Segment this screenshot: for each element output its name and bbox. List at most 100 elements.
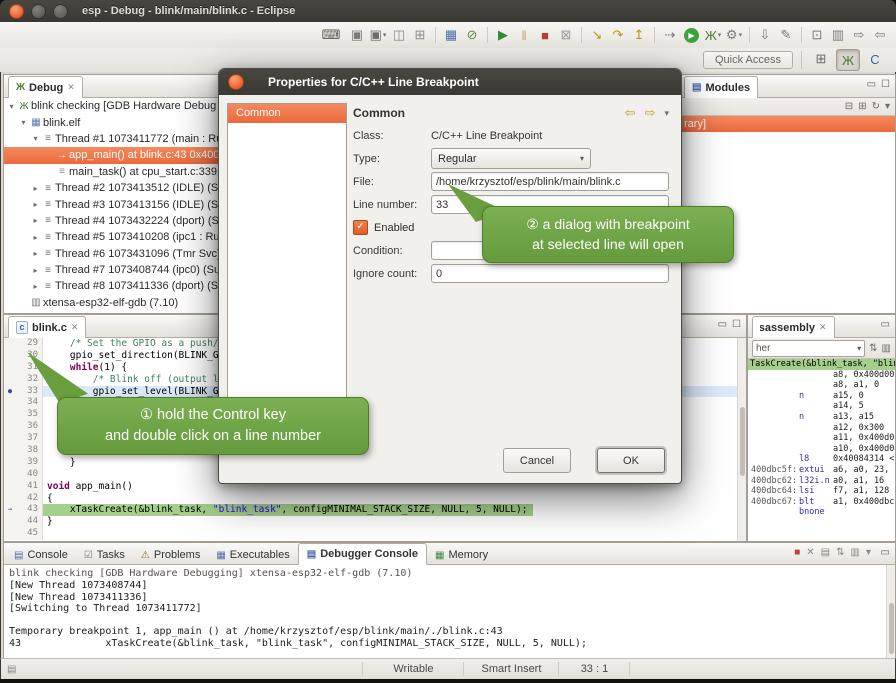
line-marker-icon[interactable] xyxy=(4,409,16,421)
minimize-view-icon[interactable]: ▭ xyxy=(718,319,727,330)
quick-access-button[interactable]: Quick Access xyxy=(703,51,793,69)
line-marker-icon[interactable] xyxy=(4,338,16,350)
line-marker-icon[interactable] xyxy=(4,481,16,493)
code-line-text[interactable]: } xyxy=(43,516,746,528)
skip-breakpoints-icon[interactable]: ⊘ xyxy=(462,25,482,45)
debugger-console-output[interactable]: blink checking [GDB Hardware Debugging] … xyxy=(4,565,895,658)
code-line[interactable]: 45 xyxy=(4,528,746,540)
terminate-icon[interactable]: ■ xyxy=(794,547,800,558)
line-number[interactable]: 35 xyxy=(16,409,43,421)
debug-tree-row[interactable]: ▸ ≡ Thread #8 1073411336 (dport) (Sus xyxy=(4,278,220,294)
line-marker-icon[interactable] xyxy=(4,516,16,528)
disassembly-line[interactable]: n a15, 0 xyxy=(748,391,895,402)
line-number[interactable]: 36 xyxy=(16,421,43,433)
debug-tree[interactable]: ▾ Ж blink checking [GDB Hardware Debug ▾… xyxy=(4,98,220,313)
line-number[interactable]: 33 xyxy=(16,386,43,398)
debug-tree-row[interactable]: ▾ Ж blink checking [GDB Hardware Debug xyxy=(4,98,220,114)
disassembly-line[interactable]: a11, 0x400d0460 <_stext+1096> xyxy=(748,433,895,444)
line-number[interactable]: 41 xyxy=(16,481,43,493)
sep[interactable] xyxy=(435,27,436,43)
line-number[interactable]: 42 xyxy=(16,493,43,505)
line-marker-icon[interactable] xyxy=(4,528,16,540)
debug-tree-row[interactable]: ≡ main_task() at cpu_start.c:339 0x4 xyxy=(4,164,220,180)
disassembly-line[interactable]: 400dbc64: lsi f7, a1, 128 xyxy=(748,486,895,497)
disassembly-line[interactable]: 400dbc5f: extui a6, a0, 23, 13 xyxy=(748,465,895,476)
back-arrow-icon[interactable]: ⇦ xyxy=(625,105,636,121)
tree-expand-icon[interactable]: ▸ xyxy=(30,216,41,225)
sync-icon[interactable]: ⇅ xyxy=(869,343,877,354)
disassembly-line[interactable]: a8, 0x400d00f8 <_stext+224> xyxy=(748,370,895,381)
disassembly-line[interactable]: l8 0x40084314 <xTaskCreatePinned xyxy=(748,454,895,465)
tree-expand-icon[interactable]: ▸ xyxy=(30,249,41,258)
line-marker-icon[interactable] xyxy=(4,457,16,469)
bottom-tab[interactable]: ⚠ Problems xyxy=(133,545,208,565)
debug-tree-row[interactable]: ▸ ≡ Thread #4 1073432224 (dport) (Sus xyxy=(4,213,220,229)
cpp-perspective-icon[interactable]: C xyxy=(864,49,886,69)
ok-button[interactable]: OK xyxy=(597,448,665,473)
debug-tree-row[interactable]: ▾ ≡ Thread #1 1073411772 (main : Runn xyxy=(4,131,220,147)
debug-launch-icon[interactable]: Ж ▾ xyxy=(703,25,723,45)
terminate-icon[interactable]: ■ xyxy=(535,25,555,45)
view-menu-icon[interactable]: ▾ xyxy=(664,108,669,119)
code-line-text[interactable]: xTaskCreate(&blink_task, "blink_task", c… xyxy=(43,504,533,516)
line-number[interactable]: 45 xyxy=(16,528,43,540)
line-marker-icon[interactable] xyxy=(4,421,16,433)
line-number[interactable]: 38 xyxy=(16,445,43,457)
run-icon[interactable]: ▶ xyxy=(684,28,699,43)
disassembly-line[interactable]: 400dbc67: blt a1, 0x400dbc81 <__adddf3 xyxy=(748,497,895,508)
tree-expand-icon[interactable]: ▾ xyxy=(6,102,17,111)
load-symbols-icon[interactable]: ⇩ xyxy=(755,25,775,45)
disassembly-line[interactable]: bnone xyxy=(748,507,895,518)
external-tools-icon[interactable]: ⚙ ▾ xyxy=(724,25,744,45)
line-marker-icon[interactable]: → xyxy=(4,504,16,516)
disassembly-line[interactable]: a10, 0x400d0464 <_stext+1100> xyxy=(748,444,895,455)
view-menu-icon[interactable]: ▥ xyxy=(882,343,891,354)
code-line-text[interactable]: { xyxy=(43,493,746,505)
refresh-icon[interactable]: ↻ xyxy=(872,101,880,112)
file-input[interactable] xyxy=(431,172,669,191)
tree-expand-icon[interactable]: ▾ xyxy=(18,118,29,127)
debug-tree-row[interactable]: ▥ xtensa-esp32-elf-gdb (7.10) xyxy=(4,295,220,311)
line-marker-icon[interactable]: ● xyxy=(4,386,16,398)
line-number[interactable]: 32 xyxy=(16,374,43,386)
modules-selected-row[interactable]: rary] xyxy=(680,116,895,132)
tree-expand-icon[interactable]: ▸ xyxy=(30,266,41,275)
disassembly-line[interactable]: a14, 5 xyxy=(748,401,895,412)
bottom-tab[interactable]: ▦ Memory xyxy=(427,545,496,565)
console-menu-icon[interactable]: ▾ xyxy=(866,547,871,558)
disassembly-line[interactable]: 400dbc62: l32i.n a0, a1, 16 xyxy=(748,476,895,487)
tab-modules[interactable]: ▤ Modules xyxy=(684,76,758,98)
minimize-view-icon[interactable]: ▭ xyxy=(881,547,890,558)
editor-scrollbar-thumb[interactable] xyxy=(740,407,745,476)
window-close-button[interactable] xyxy=(9,4,24,19)
suspend-icon[interactable]: ‖ xyxy=(514,25,534,45)
editor-scrollbar[interactable] xyxy=(737,338,746,541)
clear-console-icon[interactable]: ▤ xyxy=(821,547,830,558)
line-marker-icon[interactable] xyxy=(4,433,16,445)
window-minimize-button[interactable] xyxy=(31,4,46,19)
console-scrollbar[interactable] xyxy=(886,565,895,658)
debug-tree-row[interactable]: → app_main() at blink.c:43 0x400dbc xyxy=(4,147,220,163)
chevron-down-icon[interactable]: ▾ xyxy=(857,344,861,353)
line-marker-icon[interactable] xyxy=(4,445,16,457)
debug-tree-row[interactable]: ▾ ▦ blink.elf xyxy=(4,114,220,130)
sep[interactable] xyxy=(487,27,488,43)
console-scrollbar-thumb[interactable] xyxy=(889,603,894,654)
line-number[interactable]: 39 xyxy=(16,457,43,469)
pin-editor-icon[interactable]: ▥ xyxy=(828,25,848,45)
line-marker-icon[interactable] xyxy=(4,374,16,386)
line-marker-icon[interactable] xyxy=(4,493,16,505)
step-return-icon[interactable]: ↥ xyxy=(629,25,649,45)
tree-expand-icon[interactable]: ▾ xyxy=(30,134,41,143)
line-number[interactable]: 40 xyxy=(16,469,43,481)
debug-tree-row[interactable]: ▸ ≡ Thread #2 1073413512 (IDLE) (Susp xyxy=(4,180,220,196)
debug-tree-row[interactable]: ▸ ≡ Thread #7 1073408744 (ipc0) (Susp xyxy=(4,262,220,278)
sep[interactable] xyxy=(801,27,802,43)
cancel-button[interactable]: Cancel xyxy=(503,448,571,473)
debug-tree-row[interactable]: ▸ ≡ Thread #6 1073431096 (Tmr Svc) (S xyxy=(4,246,220,262)
step-over-icon[interactable]: ↷ xyxy=(608,25,628,45)
save-all-icon[interactable]: ⊞ xyxy=(410,25,430,45)
code-line-text[interactable] xyxy=(43,528,746,540)
tree-expand-icon[interactable]: ▸ xyxy=(30,282,41,291)
location-input[interactable]: her ▾ xyxy=(752,340,865,357)
